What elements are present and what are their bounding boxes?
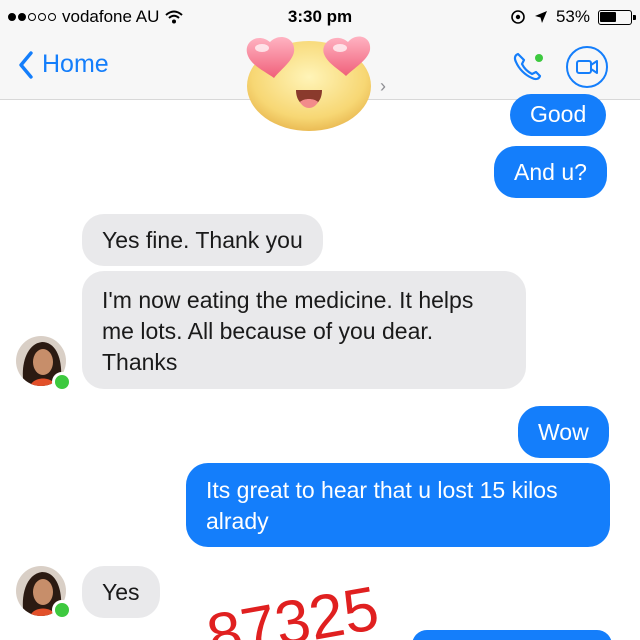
orientation-lock-icon xyxy=(511,10,525,24)
watermark-number: 87325 xyxy=(204,574,384,640)
back-button[interactable]: Home xyxy=(18,50,109,79)
phone-call-button[interactable] xyxy=(506,44,550,88)
location-arrow-icon xyxy=(534,11,547,23)
back-chevron-icon xyxy=(19,50,33,79)
message-bubble-incoming[interactable]: Yes fine. Thank you xyxy=(82,214,323,266)
back-label: Home xyxy=(42,50,109,78)
message-bubble-outgoing[interactable]: Its great to hear that u lost 15 kilos a… xyxy=(186,463,610,547)
heart-eyes-emoji-icon xyxy=(246,36,371,131)
message-bubble-outgoing[interactable]: Wow xyxy=(518,406,609,458)
status-right: 53% xyxy=(510,7,636,27)
message-bubble-incoming[interactable]: Yes xyxy=(82,566,160,618)
svg-text:87325: 87325 xyxy=(204,574,384,640)
video-call-button[interactable] xyxy=(566,46,608,88)
phone-icon xyxy=(513,52,543,81)
online-status-dot xyxy=(52,600,72,620)
battery-percent: 53% xyxy=(555,7,590,26)
online-status-dot xyxy=(52,372,72,392)
battery-icon xyxy=(598,9,636,25)
video-camera-icon xyxy=(576,60,598,74)
message-bubble-incoming[interactable]: I'm now eating the medicine. It helps me… xyxy=(82,271,526,389)
message-bubble-outgoing[interactable]: Good xyxy=(510,94,607,136)
message-bubble-outgoing[interactable]: And u? xyxy=(494,146,607,198)
